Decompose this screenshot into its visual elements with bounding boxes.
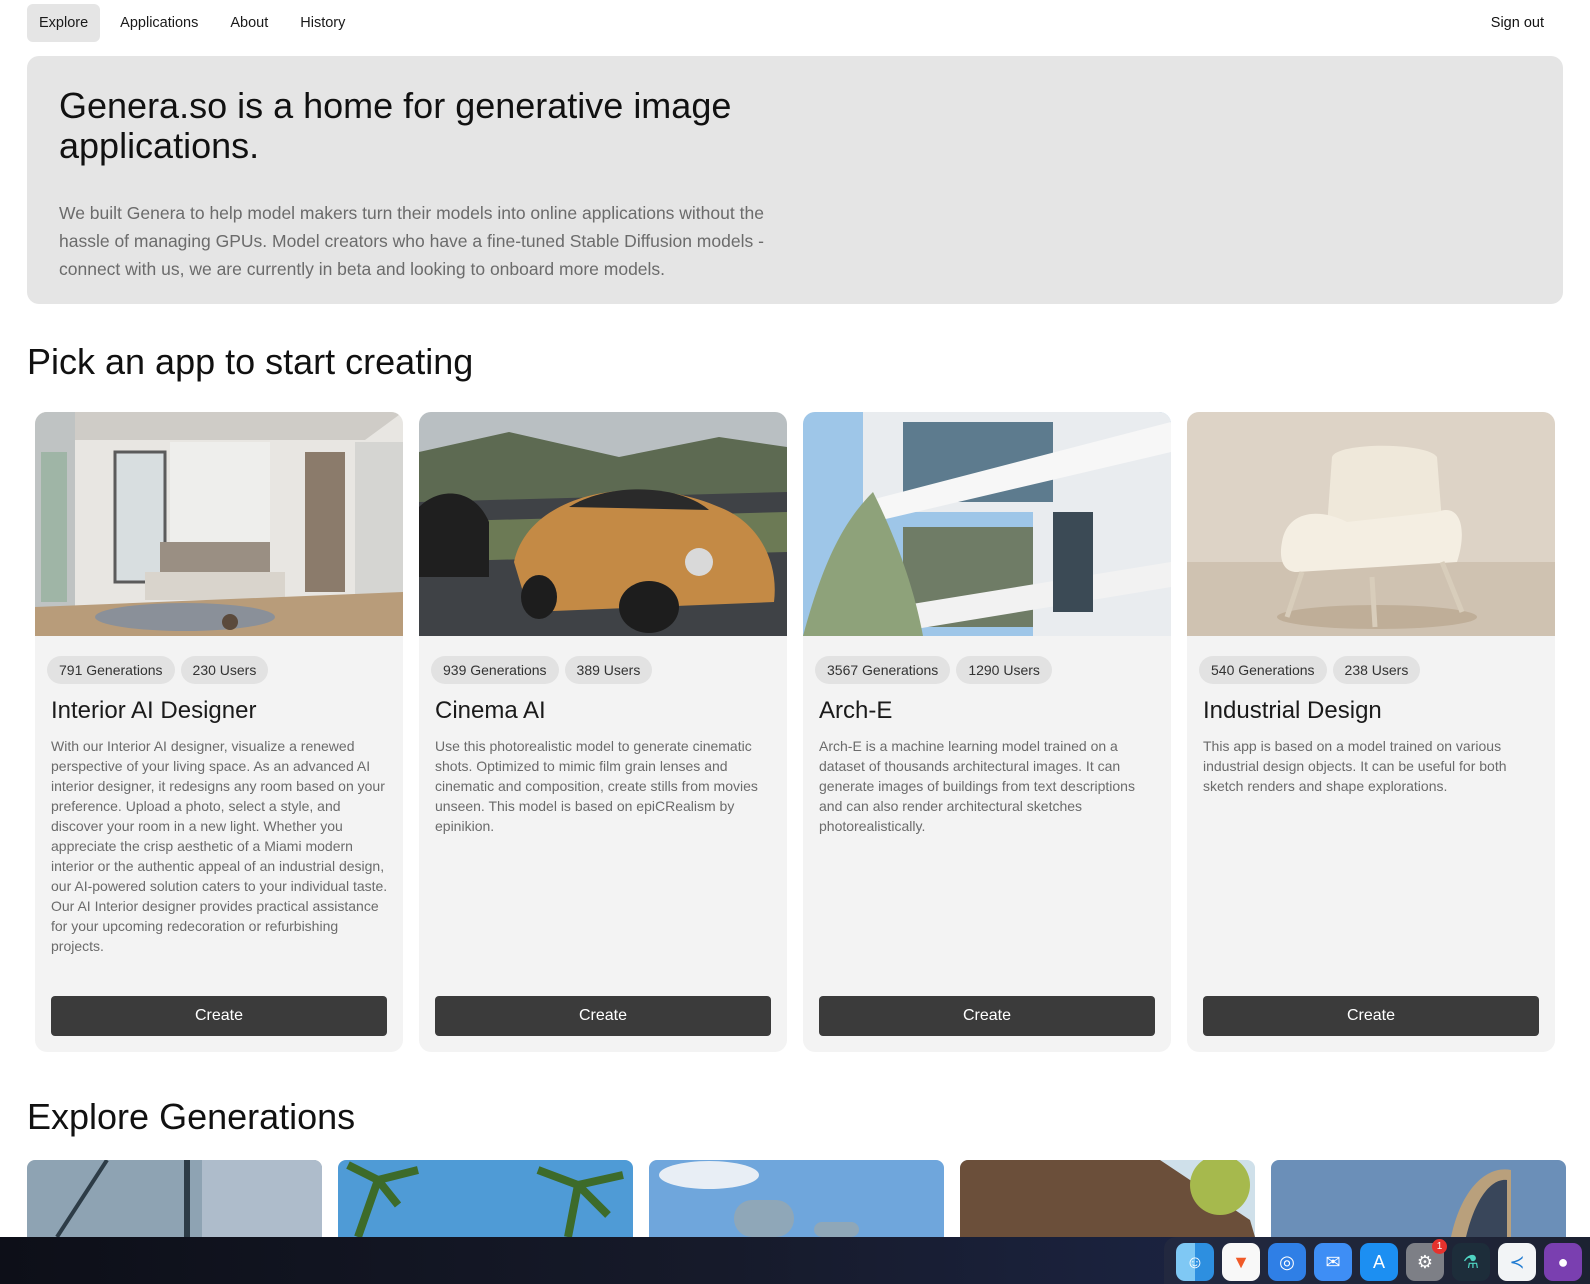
app-description: Use this photorealistic model to generat…: [435, 738, 758, 834]
generation-thumbnail[interactable]: [338, 1160, 633, 1237]
users-count-badge: 1290 Users: [956, 656, 1052, 684]
app-image-car[interactable]: [419, 412, 787, 636]
app-image-chair[interactable]: [1187, 412, 1555, 636]
app-title: Cinema AI: [435, 697, 546, 724]
notification-badge: 1: [1432, 1239, 1447, 1254]
generation-thumbnail[interactable]: [960, 1160, 1255, 1237]
github-icon[interactable]: ●: [1544, 1243, 1582, 1281]
top-nav: Explore Applications About History: [27, 4, 357, 42]
apps-section-title: Pick an app to start creating: [27, 341, 474, 382]
app-card-interior: 791 Generations 230 Users Interior AI De…: [35, 412, 403, 1052]
app-description: With our Interior AI designer, visualize…: [51, 738, 388, 954]
generations-count-badge: 939 Generations: [431, 656, 559, 684]
generation-thumbnail[interactable]: [27, 1160, 322, 1237]
generation-thumbnail[interactable]: [649, 1160, 944, 1237]
app-title: Industrial Design: [1203, 697, 1382, 724]
create-button[interactable]: Create: [819, 996, 1155, 1036]
generations-count-badge: 3567 Generations: [815, 656, 951, 684]
app-description: This app is based on a model trained on …: [1203, 738, 1507, 794]
generations-grid: [27, 1160, 1566, 1237]
generation-thumbnail[interactable]: [1271, 1160, 1566, 1237]
create-button[interactable]: Create: [51, 996, 387, 1036]
users-count-badge: 389 Users: [564, 656, 653, 684]
hero-banner: Genera.so is a home for generative image…: [27, 56, 1563, 304]
hero-title: Genera.so is a home for generative image…: [59, 85, 732, 166]
lab-flask-icon[interactable]: ⚗: [1452, 1243, 1490, 1281]
safari-icon[interactable]: ◎: [1268, 1243, 1306, 1281]
dock-apps: ☺ ▼ ◎ ✉ A ⚙ 1 ⚗ ≺ ●: [1164, 1237, 1590, 1284]
system-settings-icon[interactable]: ⚙ 1: [1406, 1239, 1447, 1281]
vscode-icon[interactable]: ≺: [1498, 1243, 1536, 1281]
sign-out-link[interactable]: Sign out: [1491, 4, 1544, 42]
generations-section-title: Explore Generations: [27, 1096, 356, 1137]
app-description: Arch-E is a machine learning model train…: [819, 738, 1135, 834]
app-title: Arch-E: [819, 697, 893, 724]
app-store-icon[interactable]: A: [1360, 1243, 1398, 1281]
mail-icon[interactable]: ✉: [1314, 1243, 1352, 1281]
tab-explore[interactable]: Explore: [27, 4, 101, 42]
macos-dock: ☺ ▼ ◎ ✉ A ⚙ 1 ⚗ ≺ ●: [0, 1237, 1590, 1284]
finder-icon[interactable]: ☺: [1176, 1243, 1214, 1281]
tab-applications[interactable]: Applications: [108, 4, 210, 42]
hero-description: We built Genera to help model makers tur…: [59, 203, 764, 279]
tab-about[interactable]: About: [218, 4, 280, 42]
app-image-bedroom[interactable]: [35, 412, 403, 636]
users-count-badge: 238 Users: [1332, 656, 1421, 684]
create-button[interactable]: Create: [1203, 996, 1539, 1036]
users-count-badge: 230 Users: [180, 656, 269, 684]
create-button[interactable]: Create: [435, 996, 771, 1036]
tab-history[interactable]: History: [288, 4, 357, 42]
app-image-building[interactable]: [803, 412, 1171, 636]
brave-icon[interactable]: ▼: [1222, 1243, 1260, 1281]
app-card-cinema: 939 Generations 389 Users Cinema AI Use …: [419, 412, 787, 1052]
generations-count-badge: 540 Generations: [1199, 656, 1327, 684]
app-card-arch-e: 3567 Generations 1290 Users Arch-E Arch-…: [803, 412, 1171, 1052]
app-card-industrial-design: 540 Generations 238 Users Industrial Des…: [1187, 412, 1555, 1052]
app-title: Interior AI Designer: [51, 697, 257, 724]
generations-count-badge: 791 Generations: [47, 656, 175, 684]
